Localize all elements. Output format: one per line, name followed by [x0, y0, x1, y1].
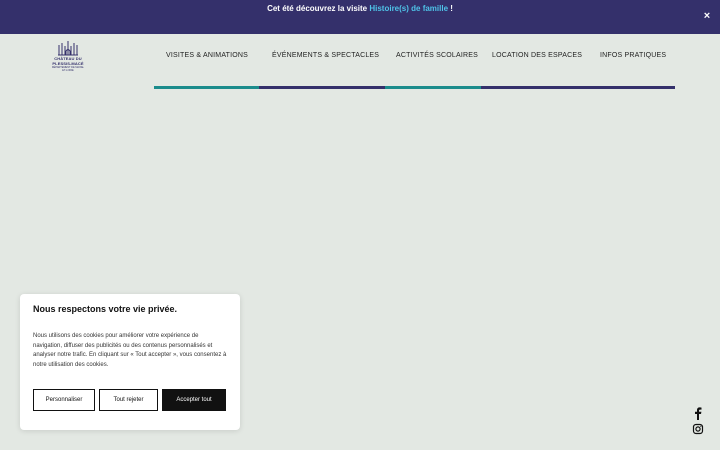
cookie-buttons: Personnaliser Tout rejeter Accepter tout [33, 389, 227, 412]
announcement-bar: Cet été découvrez la visite Histoire(s) … [0, 0, 720, 34]
announcement-link[interactable]: Histoire(s) de famille [369, 4, 448, 13]
nav-item-infos-pratiques[interactable]: INFOS PRATIQUES [600, 52, 666, 59]
nav-item-visites[interactable]: VISITES & ANIMATIONS [166, 52, 248, 59]
nav-underline-infos [589, 86, 675, 89]
announcement-prefix: Cet été découvrez la visite [267, 4, 370, 13]
logo-tagline: DÉPARTEMENT DE MAINE-ET-LOIRE [51, 66, 85, 72]
nav-item-evenements[interactable]: ÉVÉNEMENTS & SPECTACLES [272, 52, 379, 59]
nav-underline-activites [385, 86, 481, 89]
nav-underline-evenements [259, 86, 385, 89]
announcement-suffix: ! [448, 4, 453, 13]
announcement-text: Cet été découvrez la visite Histoire(s) … [267, 4, 453, 13]
accept-all-button[interactable]: Accepter tout [162, 389, 226, 412]
facebook-icon[interactable] [691, 406, 705, 420]
castle-logo-icon [58, 41, 78, 56]
nav-underline-location [481, 86, 589, 89]
reject-all-button[interactable]: Tout rejeter [99, 389, 158, 412]
cookie-body: Nous utilisons des cookies pour améliore… [33, 333, 227, 368]
cookie-title: Nous respectons votre vie privée. [33, 304, 178, 314]
site-logo[interactable]: CHÂTEAU DU PLESSIS-MACÉ DÉPARTEMENT DE M… [50, 40, 86, 84]
cookie-consent-dialog: Nous respectons votre vie privée. Nous u… [20, 294, 240, 430]
nav-item-location[interactable]: LOCATION DES ESPACES [492, 52, 582, 59]
site-header: CHÂTEAU DU PLESSIS-MACÉ DÉPARTEMENT DE M… [0, 34, 720, 90]
close-icon[interactable]: × [701, 8, 713, 24]
instagram-icon[interactable] [691, 422, 705, 436]
nav-underline-visites [154, 86, 259, 89]
nav-item-activites-scolaires[interactable]: ACTIVITÉS SCOLAIRES [396, 52, 478, 59]
main-nav: VISITES & ANIMATIONS ÉVÉNEMENTS & SPECTA… [154, 34, 675, 90]
personalize-button[interactable]: Personnaliser [33, 389, 95, 412]
